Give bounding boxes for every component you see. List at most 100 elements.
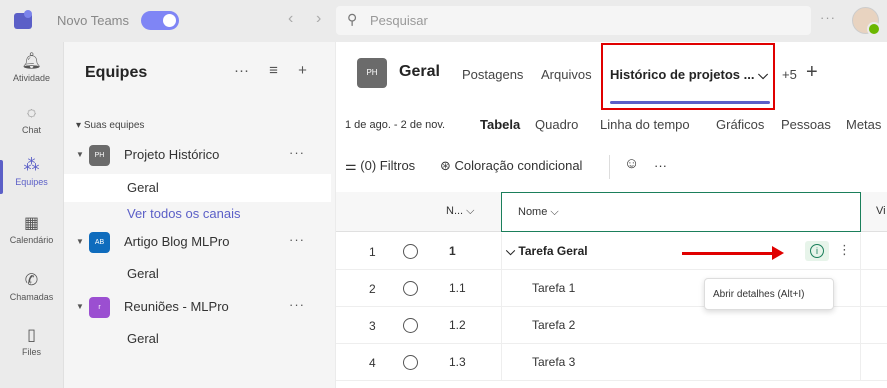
team-avatar: AB: [89, 232, 110, 253]
more-options-icon[interactable]: ···: [820, 10, 836, 25]
view-pessoas[interactable]: Pessoas: [781, 117, 831, 132]
novo-teams-toggle[interactable]: [141, 11, 179, 30]
filter-icon: ⚌: [345, 158, 357, 173]
pane-title: Equipes: [85, 64, 148, 81]
user-avatar[interactable]: [852, 7, 881, 36]
add-tab-icon[interactable]: +: [806, 61, 818, 84]
grid-header: N... ⌵ Nome ⌵ Vi: [336, 192, 887, 232]
conditional-coloring-button[interactable]: ⊛ Coloração condicional: [440, 158, 582, 174]
column-header-vi[interactable]: Vi: [876, 205, 886, 217]
row-id: 1: [449, 244, 456, 258]
more-options-icon[interactable]: ···: [234, 62, 249, 79]
more-vertical-icon[interactable]: ⋮: [838, 242, 851, 258]
row-name[interactable]: Tarefa 2: [532, 318, 575, 332]
filter-label: (0) Filtros: [360, 158, 416, 173]
rail-item-calendario[interactable]: ▦ Calendário: [0, 214, 63, 245]
chat-icon: ◌: [26, 105, 37, 122]
rail-item-atividade[interactable]: 🔔︎ Atividade: [0, 52, 63, 83]
title-bar: Novo Teams ‹ › ⚲ Pesquisar ···: [0, 0, 887, 42]
section-label: ▾ Suas equipes: [76, 120, 145, 131]
grid-toolbar: ⚌ (0) Filtros ⊛ Coloração condicional ☺ …: [336, 152, 887, 182]
filter-button[interactable]: ⚌ (0) Filtros: [345, 158, 415, 174]
section-label-text: Suas equipes: [83, 120, 145, 131]
bell-icon: 🔔︎: [21, 53, 42, 70]
column-header-nome[interactable]: Nome ⌵: [501, 192, 861, 232]
row-complete-radio[interactable]: [403, 244, 418, 259]
more-tabs-button[interactable]: +5: [782, 67, 797, 82]
channel-geral[interactable]: Geral: [127, 331, 159, 346]
more-options-icon[interactable]: ···: [289, 297, 305, 312]
chevron-down-icon[interactable]: ▼: [76, 150, 84, 159]
info-icon: i: [810, 244, 824, 258]
teams-icon: ⁂: [23, 157, 40, 174]
paint-icon: ⊛: [440, 158, 451, 173]
row-complete-radio[interactable]: [403, 281, 418, 296]
phone-icon: ✆: [24, 272, 39, 289]
channel-selected-bg: [64, 174, 331, 202]
row-number: 4: [369, 356, 376, 370]
team-name: Projeto Histórico: [124, 147, 220, 162]
row-complete-radio[interactable]: [403, 318, 418, 333]
row-id: 1.3: [449, 355, 466, 369]
rail-item-files[interactable]: ▯ Files: [0, 326, 63, 357]
open-details-button[interactable]: i: [805, 241, 829, 261]
search-icon: ⚲: [347, 11, 358, 27]
column-header-number[interactable]: N... ⌵: [446, 205, 475, 218]
row-name[interactable]: Tarefa 1: [532, 281, 575, 295]
rail-item-chat[interactable]: ◌ Chat: [0, 104, 63, 135]
add-icon[interactable]: +: [298, 62, 307, 79]
row-id: 1.2: [449, 318, 466, 332]
app-rail: 🔔︎ Atividade ◌ Chat ⁂ Equipes ▦ Calendár…: [0, 42, 63, 388]
tab-postagens[interactable]: Postagens: [462, 67, 523, 82]
annotation-arrow-head: [772, 246, 784, 260]
view-bar: 1 de ago. - 2 de nov. Tabela Quadro Linh…: [336, 114, 887, 144]
more-options-icon[interactable]: ···: [289, 232, 305, 247]
view-linha-do-tempo[interactable]: Linha do tempo: [600, 117, 690, 132]
team-item-reunioes[interactable]: ▼ r Reuniões - MLPro ···: [64, 293, 336, 321]
view-quadro[interactable]: Quadro: [535, 117, 578, 132]
view-graficos[interactable]: Gráficos: [716, 117, 764, 132]
chevron-down-icon[interactable]: ▼: [76, 237, 84, 246]
rail-item-chamadas[interactable]: ✆ Chamadas: [0, 271, 63, 302]
view-tabela[interactable]: Tabela: [480, 117, 520, 132]
tab-arquivos[interactable]: Arquivos: [541, 67, 592, 82]
calendar-icon: ▦: [23, 215, 40, 232]
tooltip: Abrir detalhes (Alt+I): [704, 278, 834, 310]
table-row[interactable]: 3 1.2 Tarefa 2: [336, 307, 887, 344]
row-id: 1.1: [449, 281, 466, 295]
row-number: 2: [369, 282, 376, 296]
table-row[interactable]: 4 1.3 Tarefa 3: [336, 344, 887, 381]
search-input[interactable]: ⚲ Pesquisar: [336, 6, 811, 35]
more-options-icon[interactable]: ···: [289, 145, 305, 160]
team-avatar: r: [89, 297, 110, 318]
date-range[interactable]: 1 de ago. - 2 de nov.: [345, 119, 445, 131]
toolbar-divider: [609, 155, 610, 179]
pane-actions: ··· ≡ +: [234, 62, 323, 79]
row-number: 1: [369, 245, 376, 259]
emoji-icon[interactable]: ☺: [624, 155, 639, 172]
annotation-arrow: [682, 252, 774, 255]
table-row[interactable]: 1 1 ⌵ Tarefa Geral i ⋮: [336, 233, 887, 270]
team-name: Reuniões - MLPro: [124, 299, 229, 314]
more-options-icon[interactable]: ···: [654, 158, 667, 173]
row-name[interactable]: ⌵ Tarefa Geral: [506, 244, 588, 259]
file-icon: ▯: [27, 327, 36, 344]
team-item-artigo-blog[interactable]: ▼ AB Artigo Blog MLPro ···: [64, 228, 336, 256]
forward-arrow-icon[interactable]: ›: [316, 10, 321, 28]
see-all-channels-link[interactable]: Ver todos os canais: [127, 206, 240, 221]
team-avatar: PH: [89, 145, 110, 166]
back-arrow-icon[interactable]: ‹: [288, 10, 293, 28]
annotation-highlight-box: [601, 43, 775, 110]
rail-item-equipes[interactable]: ⁂ Equipes: [0, 156, 63, 194]
row-complete-radio[interactable]: [403, 355, 418, 370]
filter-icon[interactable]: ≡: [269, 62, 278, 79]
chevron-down-icon[interactable]: ▼: [76, 302, 84, 311]
conditional-label: Coloração condicional: [454, 158, 583, 173]
team-item-projeto-historico[interactable]: ▼ PH Projeto Histórico ···: [64, 141, 336, 169]
search-placeholder: Pesquisar: [370, 13, 428, 28]
row-name[interactable]: Tarefa 3: [532, 355, 575, 369]
view-metas[interactable]: Metas: [846, 117, 881, 132]
novo-teams-label: Novo Teams: [57, 13, 130, 28]
channel-geral[interactable]: Geral: [127, 266, 159, 281]
channel-geral[interactable]: Geral: [127, 180, 159, 195]
